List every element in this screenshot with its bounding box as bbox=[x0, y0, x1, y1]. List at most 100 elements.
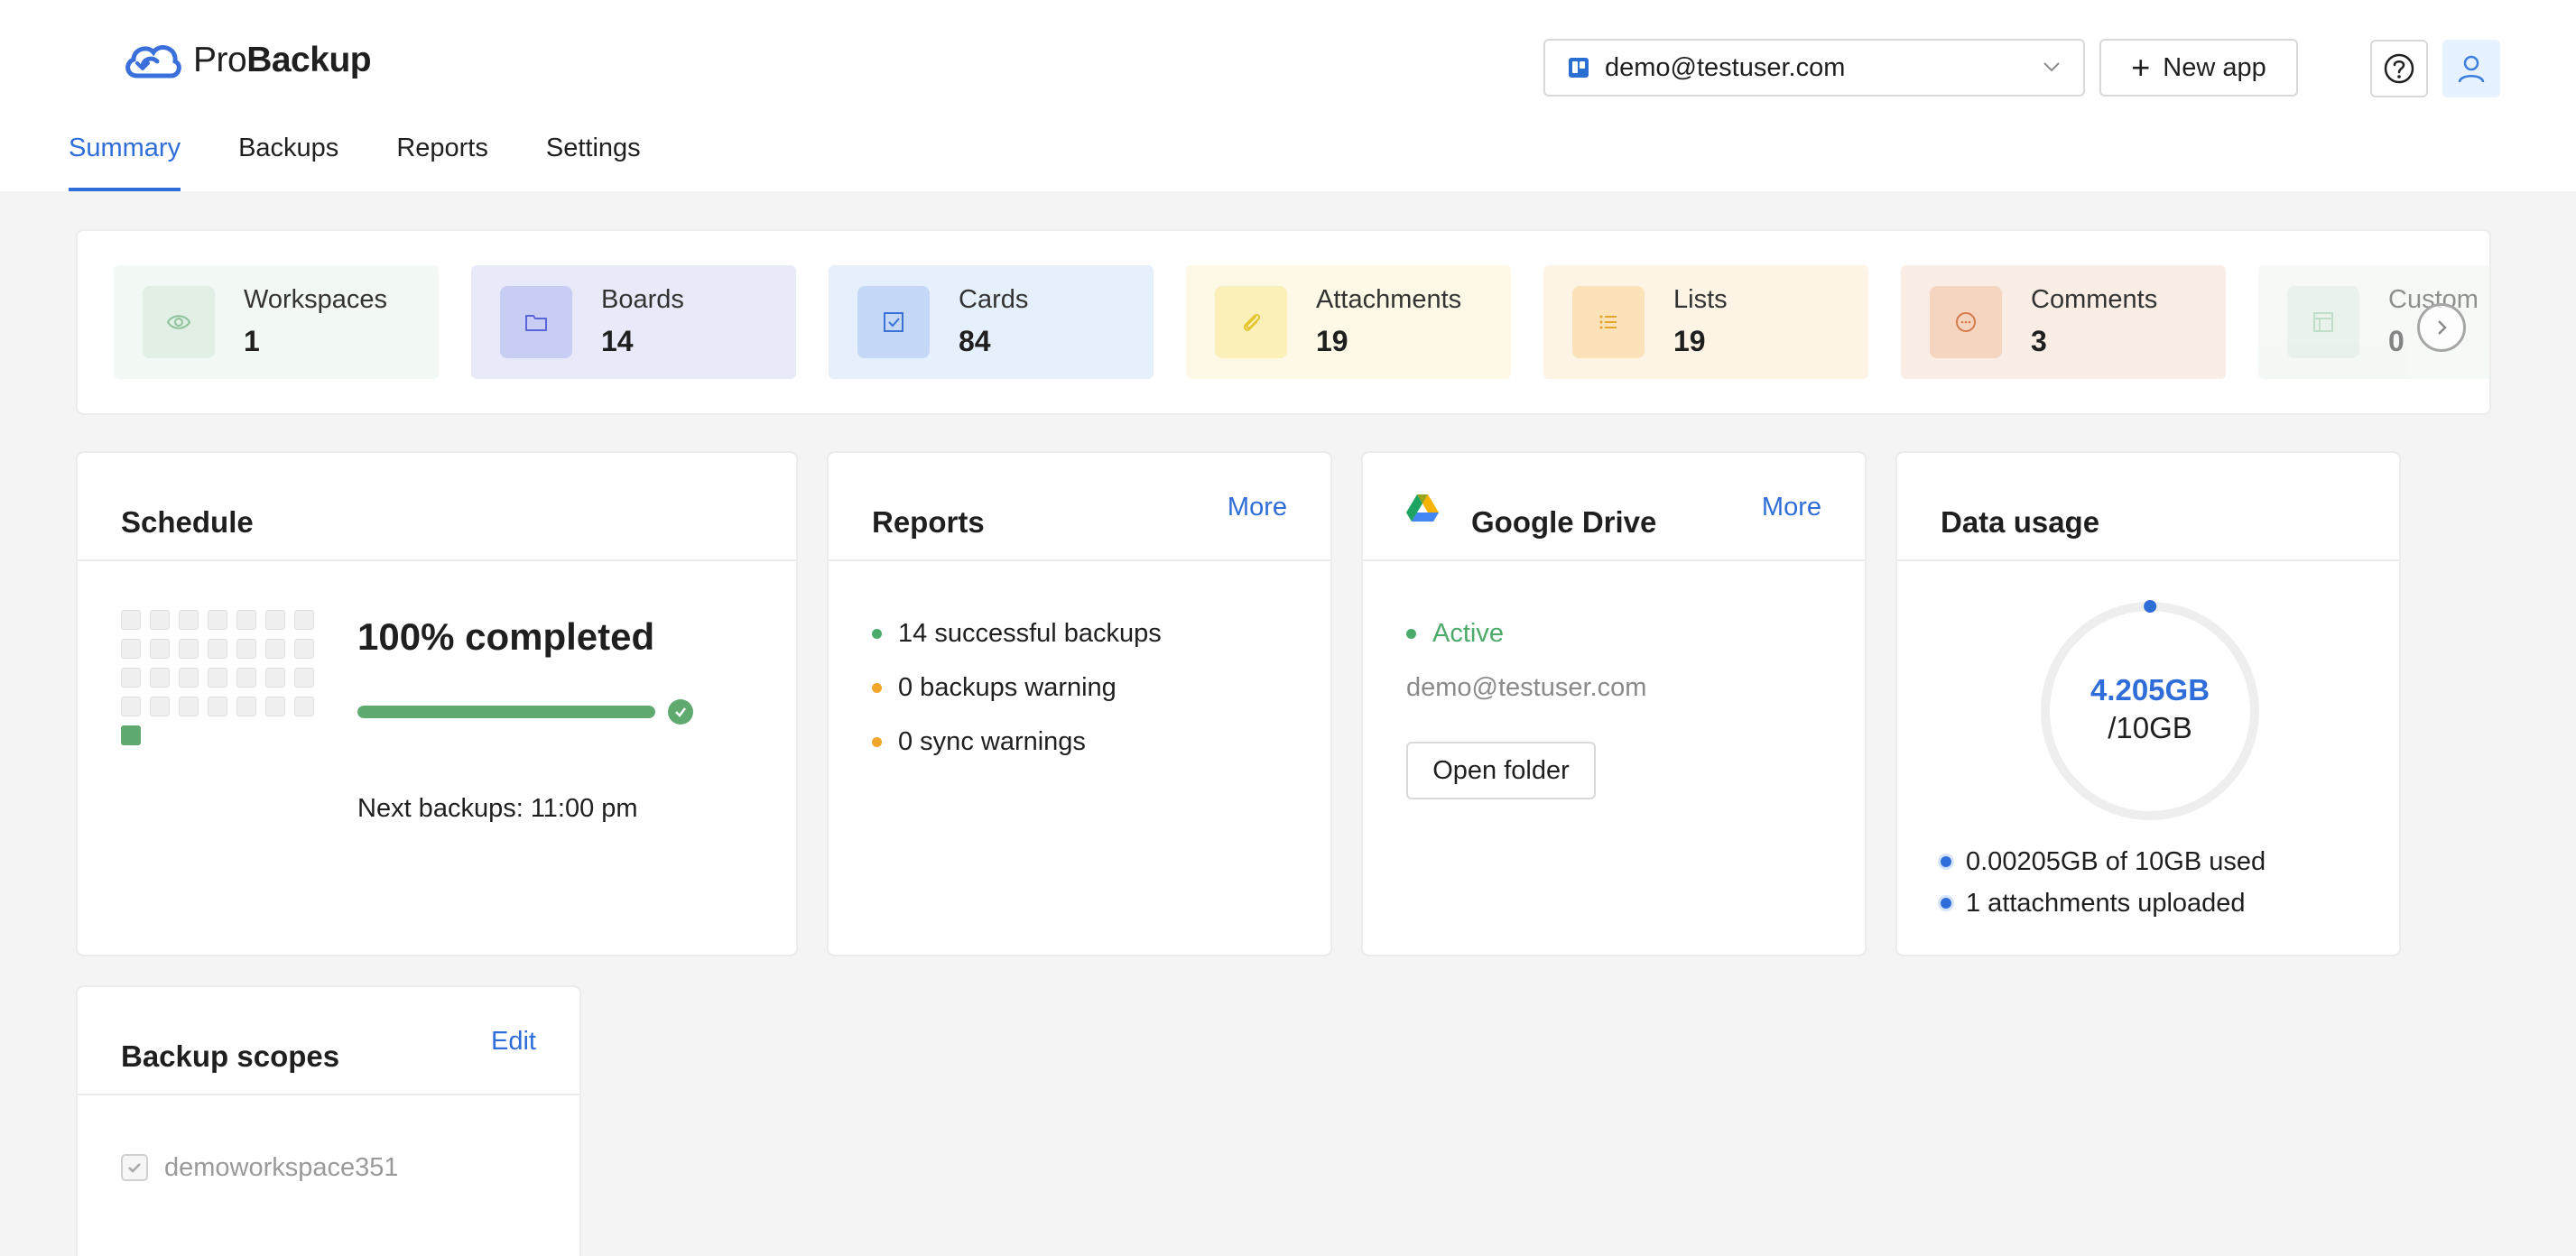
schedule-day-cell bbox=[208, 639, 227, 659]
user-button[interactable] bbox=[2442, 40, 2500, 97]
schedule-day-cell bbox=[208, 697, 227, 716]
stat-label: Workspaces bbox=[244, 285, 388, 314]
status-dot-success bbox=[872, 628, 882, 639]
checkbox-checked-icon[interactable] bbox=[121, 1154, 148, 1181]
schedule-day-cell bbox=[265, 639, 285, 659]
new-app-label: New app bbox=[2163, 52, 2266, 82]
stat-label: Comments bbox=[2031, 285, 2158, 314]
schedule-day-cell bbox=[150, 668, 170, 688]
schedule-day-cell bbox=[294, 639, 314, 659]
stat-label: Lists bbox=[1673, 285, 1728, 314]
stat-value: 84 bbox=[959, 325, 991, 357]
reports-list: 14 successful backups 0 backups warning … bbox=[872, 606, 1162, 769]
google-drive-icon bbox=[1406, 494, 1439, 522]
question-circle-icon bbox=[2384, 53, 2414, 84]
usage-text: 1 attachments uploaded bbox=[1966, 888, 2246, 918]
eye-icon bbox=[143, 286, 215, 358]
schedule-day-cell bbox=[208, 610, 227, 630]
stat-tile-comments[interactable]: Comments 3 bbox=[1901, 265, 2226, 379]
stat-tile-attachments[interactable]: Attachments 19 bbox=[1186, 265, 1511, 379]
folder-icon bbox=[500, 286, 572, 358]
usage-dot bbox=[1941, 856, 1951, 867]
list-item: 1 attachments uploaded bbox=[1941, 882, 2266, 924]
usage-total: /10GB bbox=[2108, 711, 2192, 744]
tab-backups[interactable]: Backups bbox=[238, 134, 338, 191]
checkbox-icon bbox=[857, 286, 930, 358]
schedule-day-cell bbox=[294, 697, 314, 716]
app-header: ProBackup demo@testuser.com + New app Su… bbox=[0, 0, 2576, 191]
schedule-day-cell bbox=[150, 610, 170, 630]
schedule-day-cell bbox=[179, 639, 199, 659]
google-drive-title: Google Drive bbox=[1471, 505, 1657, 539]
stat-tile-boards[interactable]: Boards 14 bbox=[471, 265, 796, 379]
main-tabs: Summary Backups Reports Settings bbox=[69, 134, 699, 191]
reports-title: Reports bbox=[872, 505, 985, 539]
stat-value: 3 bbox=[2031, 325, 2047, 357]
user-icon bbox=[2458, 55, 2485, 83]
account-select[interactable]: demo@testuser.com bbox=[1543, 39, 2085, 97]
stat-tile-cards[interactable]: Cards 84 bbox=[829, 265, 1154, 379]
edit-scopes-link[interactable]: Edit bbox=[491, 1027, 536, 1057]
report-text: 14 successful backups bbox=[898, 618, 1162, 648]
usage-value: 4.205GB bbox=[2090, 673, 2210, 706]
schedule-day-cell bbox=[265, 610, 285, 630]
schedule-day-cell bbox=[121, 639, 141, 659]
divider bbox=[78, 1094, 579, 1095]
data-usage-title: Data usage bbox=[1941, 505, 2100, 539]
schedule-day-cell bbox=[208, 668, 227, 688]
schedule-day-cell bbox=[179, 610, 199, 630]
data-usage-card: Data usage 4.205GB /10GB 0.00205GB of 10… bbox=[1895, 451, 2401, 956]
stat-tile-workspaces[interactable]: Workspaces 1 bbox=[114, 265, 439, 379]
progress-fill bbox=[357, 706, 655, 718]
comment-icon bbox=[1930, 286, 2002, 358]
usage-dot bbox=[1941, 898, 1951, 909]
schedule-day-cell bbox=[236, 668, 256, 688]
schedule-day-cell bbox=[121, 610, 141, 630]
probackup-logo[interactable]: ProBackup bbox=[121, 40, 372, 81]
scroll-right-button[interactable] bbox=[2417, 303, 2466, 352]
tab-settings[interactable]: Settings bbox=[546, 134, 641, 191]
logo-text: ProBackup bbox=[193, 41, 372, 80]
status-dot-warning bbox=[872, 682, 882, 693]
stat-tiles: Workspaces 1 Boards 14 Cards 84 Attachme… bbox=[114, 265, 2489, 379]
drive-status: Active bbox=[1406, 606, 1504, 660]
schedule-progress-bar bbox=[357, 706, 655, 718]
drive-email: demo@testuser.com bbox=[1406, 672, 1647, 702]
schedule-completed: 100% completed bbox=[357, 615, 655, 658]
schedule-day-cell bbox=[294, 610, 314, 630]
help-button[interactable] bbox=[2370, 40, 2428, 97]
logo-pro: Pro bbox=[193, 41, 247, 79]
stat-value: 19 bbox=[1316, 325, 1348, 357]
stat-label: Cards bbox=[959, 285, 1029, 314]
schedule-day-cell bbox=[236, 639, 256, 659]
reports-more-link[interactable]: More bbox=[1228, 493, 1287, 522]
schedule-grid bbox=[121, 610, 314, 745]
stat-value: 14 bbox=[601, 325, 634, 357]
drive-more-link[interactable]: More bbox=[1762, 493, 1821, 522]
usage-list: 0.00205GB of 10GB used 1 attachments upl… bbox=[1941, 841, 2266, 924]
schedule-day-cell bbox=[294, 668, 314, 688]
schedule-day-cell bbox=[265, 697, 285, 716]
schedule-day-cell bbox=[236, 697, 256, 716]
next-backups-text: Next backups: 11:00 pm bbox=[357, 794, 638, 823]
status-dot-active bbox=[1406, 628, 1416, 639]
stat-value: 1 bbox=[244, 325, 260, 357]
tab-summary[interactable]: Summary bbox=[69, 134, 181, 191]
paperclip-icon bbox=[1215, 286, 1287, 358]
reports-card: Reports More 14 successful backups 0 bac… bbox=[827, 451, 1332, 956]
stat-tile-lists[interactable]: Lists 19 bbox=[1543, 265, 1868, 379]
scope-label: demoworkspace351 bbox=[164, 1152, 399, 1182]
list-item: 0 sync warnings bbox=[872, 715, 1162, 769]
drive-status-text: Active bbox=[1432, 618, 1504, 648]
schedule-day-cell bbox=[150, 639, 170, 659]
new-app-button[interactable]: + New app bbox=[2099, 39, 2298, 97]
layout-icon bbox=[2287, 286, 2359, 358]
logo-backup: Backup bbox=[246, 41, 372, 79]
backup-scopes-title: Backup scopes bbox=[121, 1039, 340, 1073]
plus-icon: + bbox=[2131, 49, 2151, 86]
stat-value: 19 bbox=[1673, 325, 1706, 357]
check-circle-icon bbox=[668, 699, 693, 725]
schedule-card: Schedule 100% completed Next backups: 11… bbox=[76, 451, 798, 956]
tab-reports[interactable]: Reports bbox=[396, 134, 488, 191]
open-folder-button[interactable]: Open folder bbox=[1406, 742, 1596, 799]
